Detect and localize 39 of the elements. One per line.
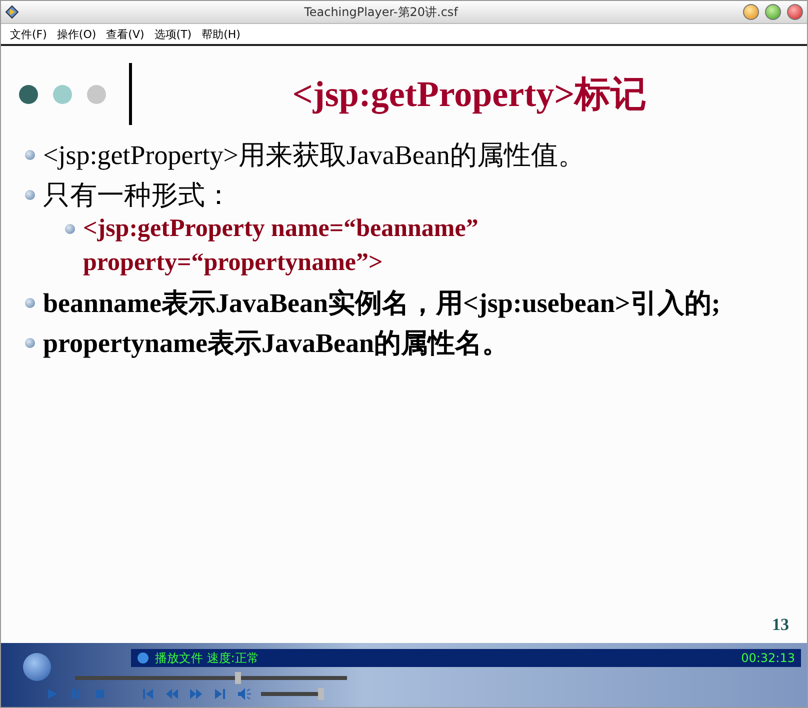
menu-item[interactable]: 文件(F) — [7, 26, 50, 42]
page-number: 13 — [772, 615, 789, 635]
volume-thumb[interactable] — [318, 688, 324, 700]
minimize-button[interactable] — [743, 4, 759, 20]
maximize-button[interactable] — [765, 4, 781, 20]
stop-button[interactable] — [93, 687, 107, 701]
menu-item[interactable]: 查看(V) — [103, 26, 148, 42]
app-icon — [5, 5, 19, 19]
menu-item[interactable]: 帮助(H) — [198, 26, 244, 42]
bullet-icon — [25, 150, 35, 160]
title-divider — [129, 63, 132, 125]
seek-thumb[interactable] — [235, 672, 242, 684]
next-button[interactable] — [213, 687, 227, 701]
bullet-text: propertyname表示JavaBean的属性名。 — [43, 327, 509, 360]
pause-button[interactable] — [69, 687, 83, 701]
time-display: 00:32:13 — [741, 651, 795, 665]
dot-icon — [87, 84, 106, 104]
close-button[interactable] — [787, 4, 803, 20]
bullet-text: 只有一种形式： — [43, 179, 232, 212]
bullet-text: <jsp:getProperty name=“beanname” property=“propertyname”> — [83, 214, 480, 278]
menu-item[interactable]: 选项(T) — [151, 26, 195, 42]
play-button[interactable] — [45, 687, 59, 701]
disc-icon — [137, 652, 149, 664]
fast-forward-button[interactable] — [189, 687, 203, 701]
bullet-icon — [25, 298, 35, 308]
dot-icon — [53, 84, 72, 104]
previous-button[interactable] — [141, 687, 155, 701]
player-logo-icon — [23, 653, 51, 681]
dot-icon — [19, 84, 38, 104]
status-text: 播放文件 速度:正常 — [155, 650, 259, 666]
slide-title: <jsp:getProperty>标记 — [291, 72, 648, 116]
bullet-text: beanname表示JavaBean实例名，用<jsp:usebean>引入的; — [43, 287, 720, 320]
bullet-text: <jsp:getProperty>用来获取JavaBean的属性值。 — [43, 139, 585, 172]
bullet-icon — [65, 224, 75, 234]
window-title: TeachingPlayer-第20讲.csf — [303, 4, 460, 20]
menu-item[interactable]: 操作(O) — [54, 26, 100, 42]
rewind-button[interactable] — [165, 687, 179, 701]
bullet-icon — [25, 190, 35, 200]
bullet-icon — [25, 338, 35, 348]
